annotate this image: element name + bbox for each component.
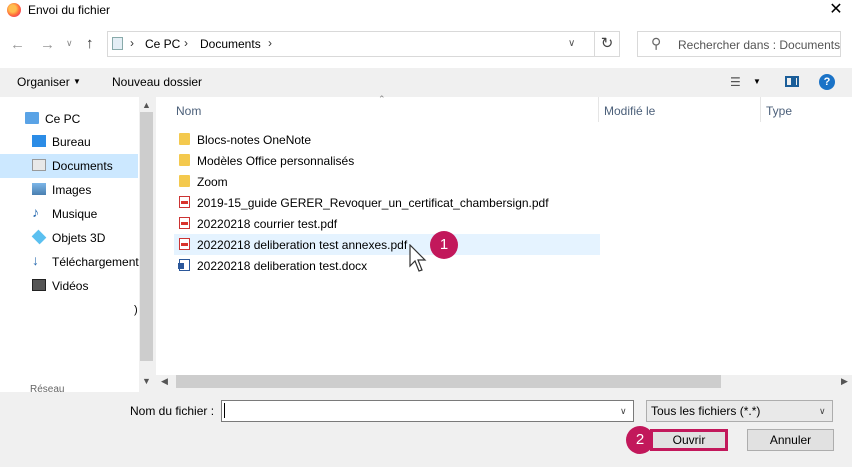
help-icon[interactable]: ? xyxy=(819,74,835,90)
file-row[interactable]: Zoom xyxy=(174,171,600,192)
sidebar-item-musique[interactable]: ♪ Musique xyxy=(0,202,138,226)
music-icon: ♪ xyxy=(32,204,39,220)
back-arrow-icon[interactable]: ← xyxy=(10,36,25,53)
file-row[interactable]: 20220218 deliberation test annexes.pdf xyxy=(174,234,600,255)
horizontal-scrollbar-thumb[interactable] xyxy=(176,375,721,388)
sidebar-item-label: Bureau xyxy=(52,135,91,149)
cancel-button[interactable]: Annuler xyxy=(747,429,834,451)
mouse-cursor-icon xyxy=(409,244,427,272)
truncated-text: ) xyxy=(134,304,138,316)
file-row[interactable]: 20220218 courrier test.pdf xyxy=(174,213,600,234)
sidebar-item-label: Vidéos xyxy=(52,279,89,293)
chevron-right-icon[interactable]: › xyxy=(184,36,188,50)
window-title: Envoi du fichier xyxy=(28,3,111,17)
column-divider[interactable] xyxy=(598,97,599,122)
file-row[interactable]: 2019-15_guide GERER_Revoquer_un_certific… xyxy=(174,192,600,213)
sort-ascending-icon: ⌃ xyxy=(378,94,386,104)
chevron-right-icon[interactable]: › xyxy=(268,36,272,50)
file-name: Modèles Office personnalisés xyxy=(197,154,355,168)
folder-icon xyxy=(179,175,190,187)
column-header-modified[interactable]: Modifié le xyxy=(604,104,655,118)
breadcrumb-documents[interactable]: Documents xyxy=(200,37,261,51)
folder-icon xyxy=(179,154,190,166)
refresh-button[interactable]: ↻ xyxy=(594,31,620,57)
forward-arrow-icon[interactable]: → xyxy=(40,36,55,53)
pdf-file-icon xyxy=(179,196,190,208)
sidebar-item-label: Musique xyxy=(52,207,98,221)
documents-icon xyxy=(32,159,46,171)
column-divider[interactable] xyxy=(760,97,761,122)
caret-down-icon[interactable]: ▼ xyxy=(73,77,81,86)
navigation-pane: Ce PC Bureau Documents Images ♪ Musique … xyxy=(0,97,155,392)
sidebar-item-telechargements[interactable]: ↓ Téléchargements xyxy=(0,250,145,274)
sidebar-item-documents[interactable]: Documents xyxy=(0,154,138,178)
preview-pane-icon[interactable] xyxy=(785,76,799,87)
scroll-down-icon[interactable]: ▼ xyxy=(142,376,151,386)
file-row[interactable]: Modèles Office personnalisés xyxy=(174,150,600,171)
pdf-file-icon xyxy=(179,238,190,250)
chevron-right-icon[interactable]: › xyxy=(130,36,134,50)
download-icon: ↓ xyxy=(32,252,39,268)
close-icon[interactable]: ✕ xyxy=(826,0,846,20)
nav-scrollbar-thumb[interactable] xyxy=(140,112,153,361)
up-arrow-icon[interactable]: ↑ xyxy=(86,35,94,52)
open-button[interactable]: Ouvrir xyxy=(650,429,728,451)
sidebar-item-label: Ce PC xyxy=(45,112,81,126)
sidebar-item-label: Images xyxy=(52,183,92,197)
sidebar-item-label: Objets 3D xyxy=(52,231,106,245)
title-bar xyxy=(0,0,852,22)
file-name: 2019-15_guide GERER_Revoquer_un_certific… xyxy=(197,196,549,210)
word-file-icon xyxy=(178,259,190,271)
sidebar-item-reseau[interactable]: Réseau xyxy=(30,384,64,395)
view-options-icon[interactable]: ☰ xyxy=(730,75,741,89)
file-type-value: Tous les fichiers (*.*) xyxy=(651,404,761,418)
file-name: Blocs-notes OneNote xyxy=(197,133,312,147)
new-folder-button[interactable]: Nouveau dossier xyxy=(112,75,202,89)
images-icon xyxy=(32,183,46,195)
chevron-down-icon[interactable]: ∨ xyxy=(568,38,575,49)
file-name: 20220218 deliberation test annexes.pdf xyxy=(197,238,408,252)
firefox-icon xyxy=(7,3,21,17)
filename-label: Nom du fichier : xyxy=(130,404,215,418)
sidebar-item-label: Téléchargements xyxy=(52,255,145,269)
organiser-button[interactable]: Organiser xyxy=(17,75,70,89)
step-callout-1: 1 xyxy=(430,231,458,259)
pc-icon xyxy=(112,37,123,50)
search-placeholder: Rechercher dans : Documents xyxy=(678,38,841,52)
file-name: Zoom xyxy=(197,175,228,189)
breadcrumb-ce-pc[interactable]: Ce PC xyxy=(145,37,180,51)
chevron-down-icon[interactable]: ∨ xyxy=(819,406,826,417)
filename-input[interactable] xyxy=(221,400,634,422)
scroll-left-icon[interactable]: ◀ xyxy=(161,376,168,387)
video-icon xyxy=(32,279,46,291)
caret-down-icon[interactable]: ▼ xyxy=(753,77,761,86)
column-header-type[interactable]: Type xyxy=(766,104,792,118)
text-caret xyxy=(224,403,225,418)
file-row[interactable]: 20220218 deliberation test.docx xyxy=(174,255,600,276)
search-icon: ⚲ xyxy=(651,35,662,51)
sidebar-item-bureau[interactable]: Bureau xyxy=(0,130,138,154)
column-header-name[interactable]: Nom xyxy=(176,104,201,118)
computer-icon xyxy=(25,112,39,124)
sidebar-item-images[interactable]: Images xyxy=(0,178,138,202)
scroll-right-icon[interactable]: ▶ xyxy=(841,376,848,387)
folder-icon xyxy=(179,133,190,145)
pdf-file-icon xyxy=(179,217,190,229)
file-name: 20220218 deliberation test.docx xyxy=(197,259,368,273)
sidebar-item-objets-3d[interactable]: Objets 3D xyxy=(0,226,138,250)
sidebar-item-label: Documents xyxy=(52,159,113,173)
chevron-down-icon[interactable]: ∨ xyxy=(620,406,627,417)
file-name: 20220218 courrier test.pdf xyxy=(197,217,338,231)
file-row[interactable]: Blocs-notes OneNote xyxy=(174,129,600,150)
desktop-icon xyxy=(32,135,46,147)
objects-3d-icon xyxy=(31,229,47,245)
scroll-up-icon[interactable]: ▲ xyxy=(142,100,151,110)
recent-locations-chevron-icon[interactable]: ∨ xyxy=(66,38,73,49)
sidebar-item-ce-pc[interactable]: Ce PC xyxy=(0,107,138,131)
sidebar-item-videos[interactable]: Vidéos xyxy=(0,274,138,298)
